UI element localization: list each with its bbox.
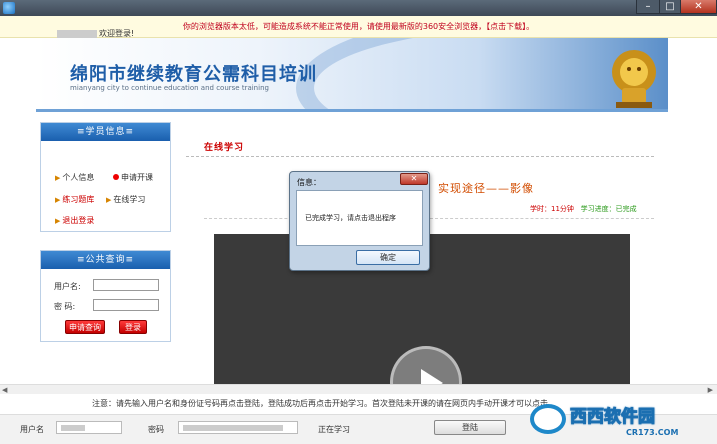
section-title: 在线学习	[204, 143, 245, 153]
menu-apply-course[interactable]: 申请开课	[113, 172, 153, 183]
watermark-brand: 西西软件园	[570, 407, 656, 428]
public-query-panel: ≡公共查询≡ 用户名: 密 码: 申请查询 登录	[40, 250, 171, 342]
menu-logout[interactable]: ▶ 退出登录	[55, 215, 94, 226]
close-window-button[interactable]: ✕	[680, 0, 717, 14]
course-meta: 学时：11分钟 学习进度：已完成	[530, 204, 637, 214]
course-progress: 学习进度：已完成	[580, 205, 637, 213]
section-divider	[186, 156, 654, 157]
dialog-close-button[interactable]: ✕	[400, 173, 428, 185]
menu-online-study[interactable]: ▶ 在线学习	[106, 194, 145, 205]
status-text: 正在学习	[318, 425, 350, 434]
status-username-label: 用户名	[20, 425, 44, 434]
watermark-url: CR173.COM	[626, 428, 679, 437]
minimize-button[interactable]: –	[636, 0, 660, 14]
course-duration: 学时：11分钟	[530, 205, 574, 213]
info-dialog: 信息： ✕ 已完成学习，请点击退出程序 确定	[289, 171, 430, 271]
status-password-input[interactable]	[178, 421, 298, 434]
password-label: 密 码:	[54, 302, 76, 311]
menu-personal-info[interactable]: ▶ 个人信息	[55, 172, 94, 183]
dialog-message: 已完成学习，请点击退出程序	[305, 214, 396, 222]
welcome-text: 欢迎登录!	[57, 28, 134, 39]
watermark: 西西软件园 CR173.COM	[530, 400, 716, 440]
username-blur	[57, 29, 97, 38]
dialog-title: 信息：	[297, 178, 321, 187]
scroll-left-icon[interactable]: ◀	[2, 386, 7, 394]
app-icon	[3, 2, 15, 14]
password-input[interactable]	[93, 299, 159, 311]
site-title: 绵阳市继续教育公需科目培训	[70, 64, 317, 85]
apply-query-button[interactable]: 申请查询	[65, 320, 105, 334]
site-banner: 绵阳市继续教育公需科目培训 mianyang city to continue …	[36, 38, 668, 112]
course-title: 实现途径——影像	[438, 182, 534, 195]
username-input[interactable]	[93, 279, 159, 291]
play-icon[interactable]	[390, 346, 462, 384]
status-login-button[interactable]: 登陆	[434, 420, 506, 435]
status-password-label: 密码	[148, 425, 164, 434]
golden-lion-icon	[612, 50, 656, 108]
watermark-logo-icon	[530, 404, 566, 434]
red-dot-icon	[113, 174, 119, 180]
banner-divider	[36, 109, 668, 112]
maximize-button[interactable]: □	[659, 0, 681, 14]
username-label: 用户名:	[54, 282, 81, 291]
public-query-title: ≡公共查询≡	[41, 251, 170, 269]
status-username-input[interactable]	[56, 421, 122, 434]
menu-question-bank[interactable]: ▶ 练习题库	[55, 194, 94, 205]
scroll-right-icon[interactable]: ▶	[708, 386, 713, 394]
student-info-title: ≡学员信息≡	[41, 123, 170, 141]
window-titlebar: – □ ✕	[0, 0, 717, 16]
site-subtitle: mianyang city to continue education and …	[70, 84, 269, 92]
dialog-body: 已完成学习，请点击退出程序	[296, 190, 423, 246]
dialog-ok-button[interactable]: 确定	[356, 250, 420, 265]
panel-login-button[interactable]: 登录	[119, 320, 147, 334]
horizontal-scrollbar[interactable]: ◀ ▶	[0, 384, 717, 394]
